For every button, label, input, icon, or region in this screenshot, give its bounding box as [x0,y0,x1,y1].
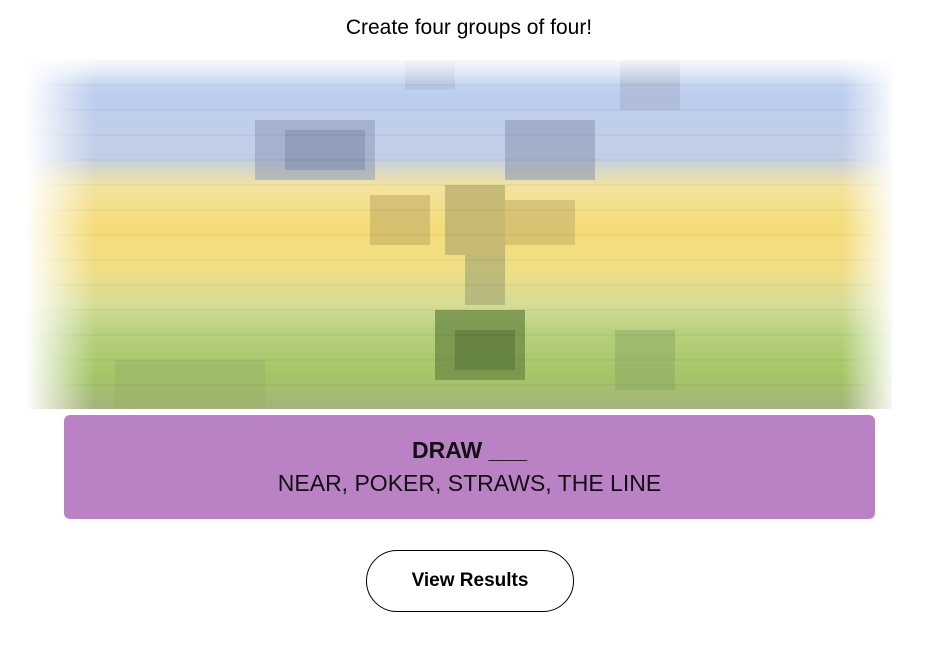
pixelated-image [25,60,892,409]
solved-group-card: DRAW ___ NEAR, POKER, STRAWS, THE LINE [64,415,875,519]
pixelated-image-icon [25,60,892,409]
solved-group-title: DRAW ___ [411,437,528,463]
view-results-button[interactable]: View Results [366,550,574,612]
instructions-text: Create four groups of four! [345,16,593,39]
connections-game-page: Create four groups of four! DRAW ___ NEA… [0,0,944,645]
solved-group-members: NEAR, POKER, STRAWS, THE LINE [277,470,662,496]
